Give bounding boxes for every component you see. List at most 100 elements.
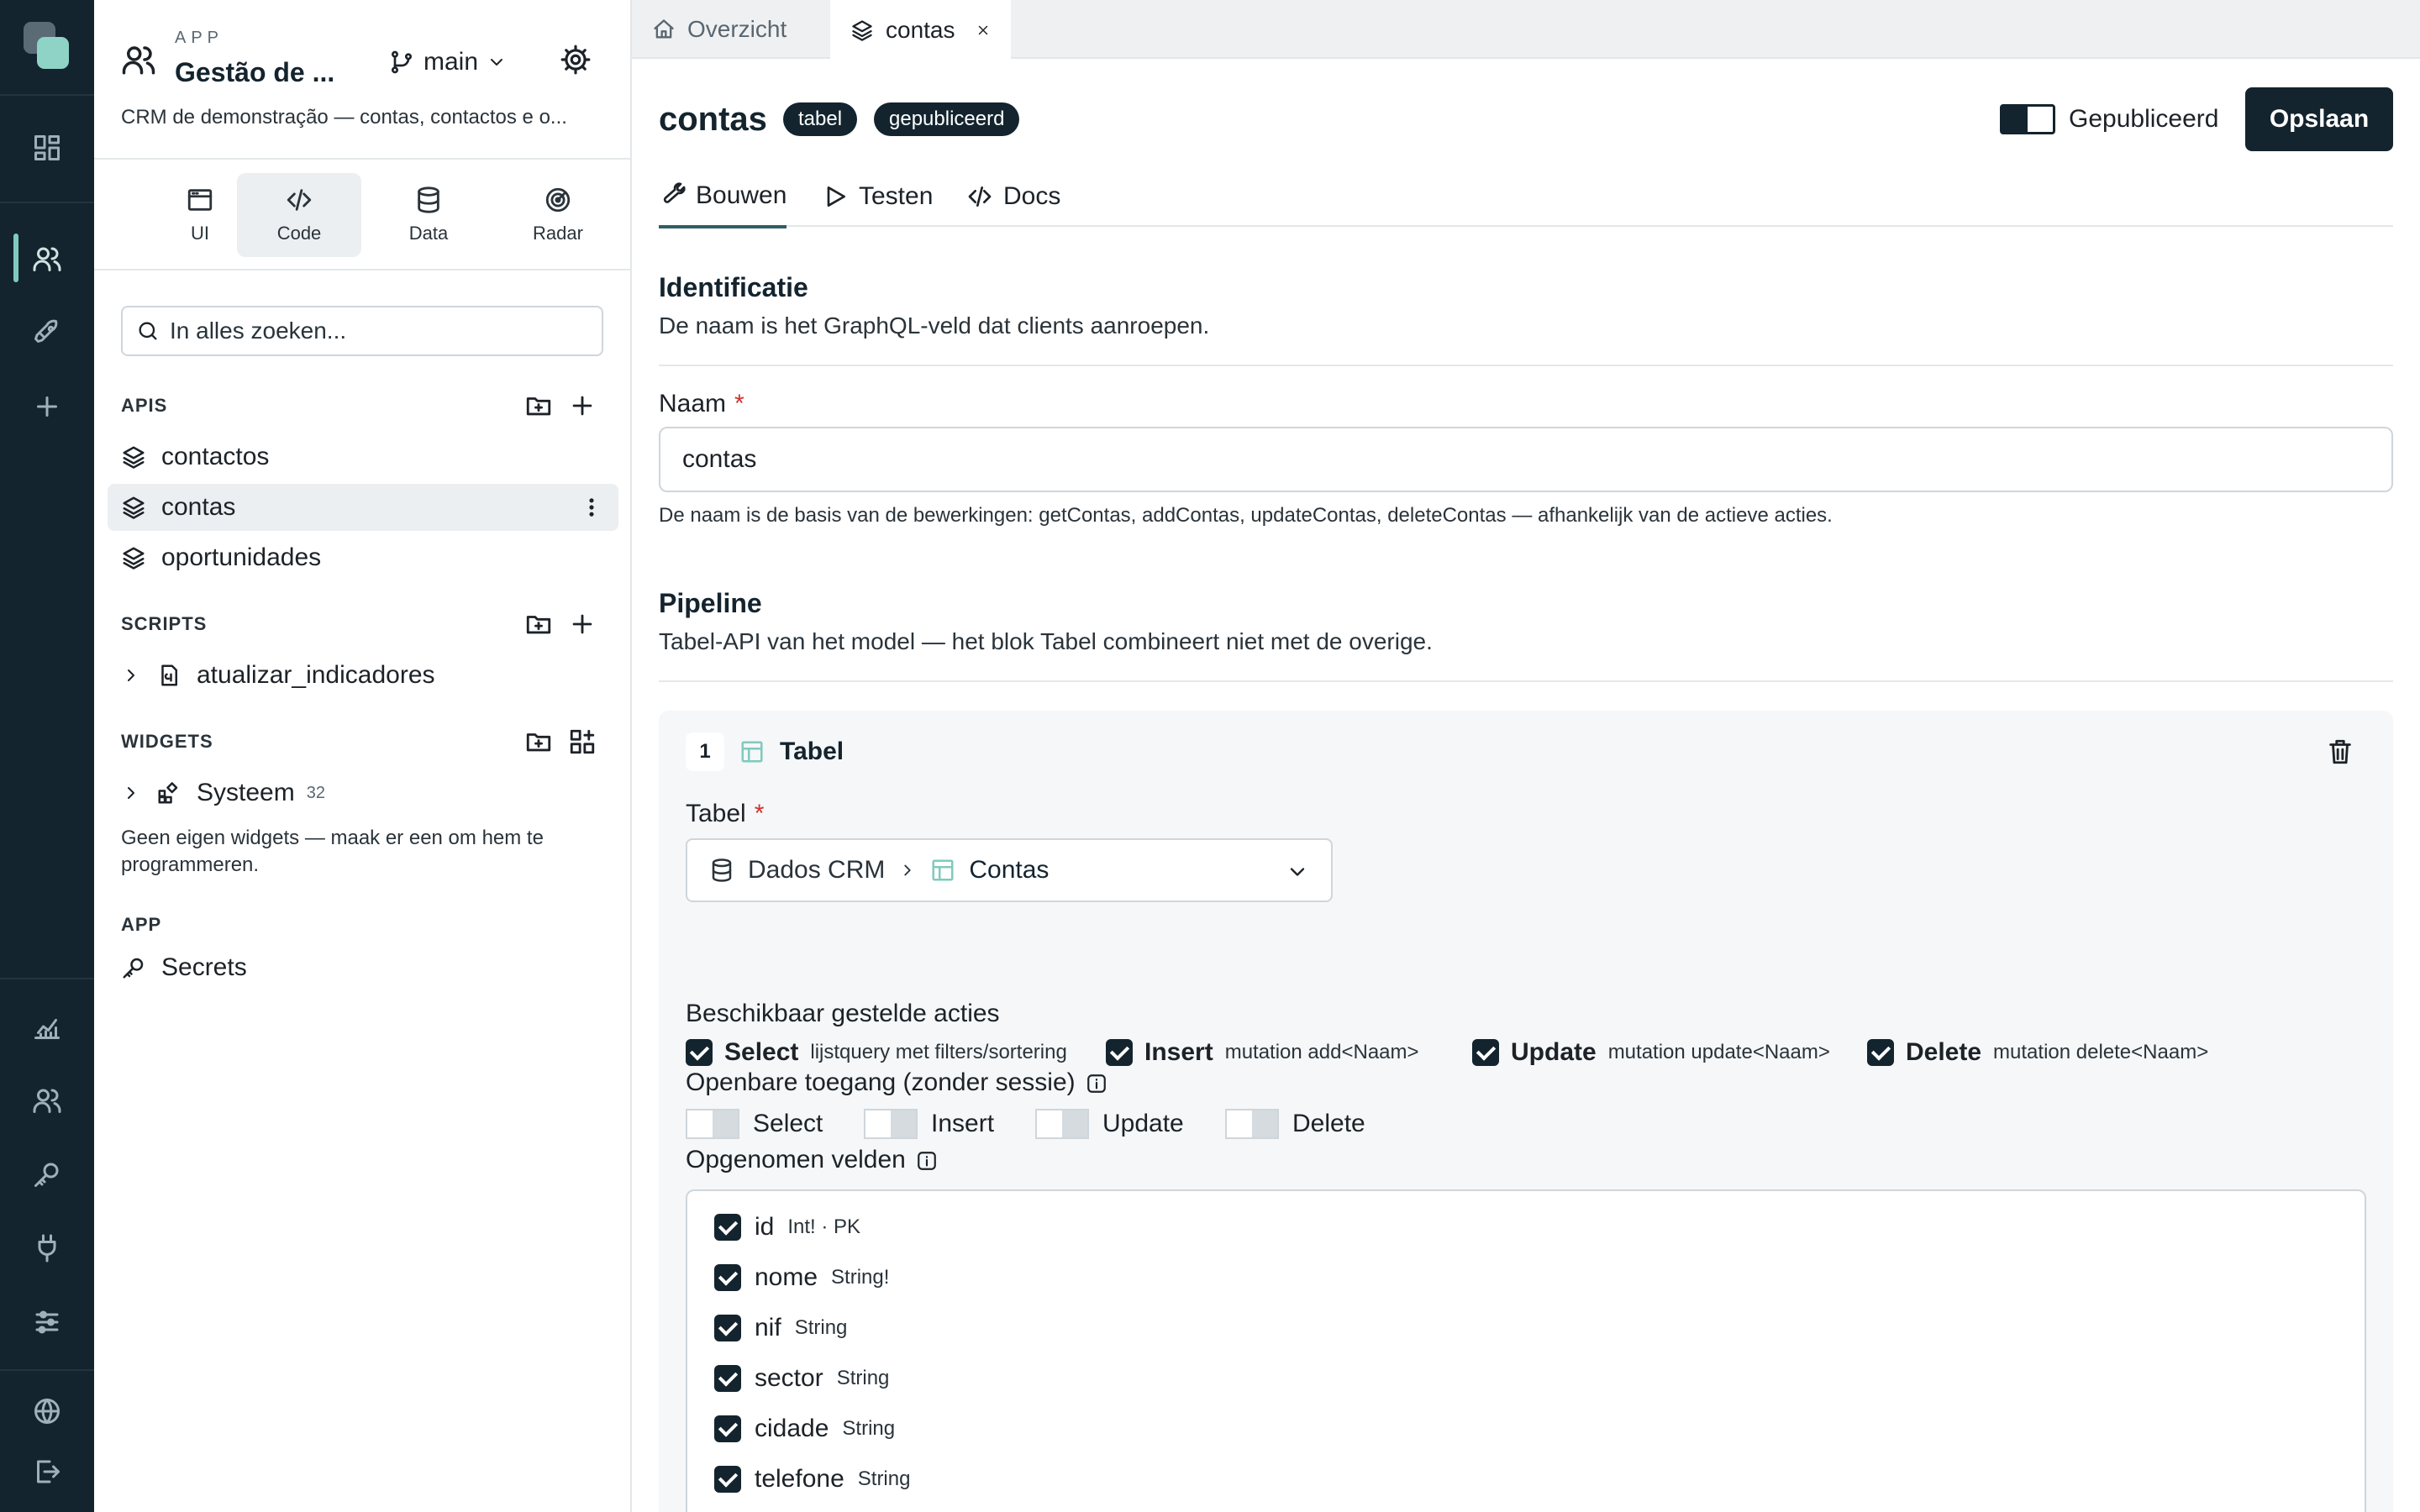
mode-code[interactable]: Code	[237, 173, 361, 257]
divider	[659, 365, 2393, 366]
analytics-icon[interactable]	[32, 1011, 62, 1042]
field-row[interactable]: id Int! · PK	[714, 1213, 860, 1242]
wrench-icon	[659, 182, 686, 209]
plus-icon[interactable]	[32, 391, 62, 422]
plug-icon[interactable]	[32, 1233, 62, 1263]
tab-contas[interactable]: contas	[830, 0, 1011, 60]
app-title[interactable]: Gestão de ...	[175, 57, 334, 88]
chevron-right-icon[interactable]	[121, 783, 141, 803]
sidebar-item-contas[interactable]: contas	[108, 484, 618, 531]
logout-icon[interactable]	[32, 1457, 62, 1487]
chevron-down-icon	[1286, 860, 1309, 884]
required-marker: *	[754, 800, 765, 827]
key-icon[interactable]	[32, 1159, 62, 1189]
home-icon	[652, 18, 676, 41]
globe-icon[interactable]	[32, 1396, 62, 1426]
info-icon[interactable]	[916, 1150, 938, 1172]
dashboard-icon[interactable]	[32, 133, 62, 163]
sidebar-item-label: Systeem	[197, 779, 295, 806]
tab-testen[interactable]: Testen	[822, 166, 933, 227]
checkbox-checked[interactable]	[686, 1039, 713, 1066]
checkbox-checked[interactable]	[714, 1365, 741, 1392]
trash-icon[interactable]	[2326, 738, 2354, 766]
field-row[interactable]: telefone String	[714, 1465, 910, 1494]
field-name: sector	[755, 1364, 823, 1392]
action-desc: lijstquery met filters/sortering	[810, 1041, 1067, 1063]
fields-label: Opgenomen velden	[686, 1146, 938, 1174]
sidebar-item-systeem[interactable]: Systeem 32	[108, 769, 618, 816]
branch-selector[interactable]: main	[388, 45, 507, 79]
action-select[interactable]: Select lijstquery met filters/sortering	[686, 1038, 1067, 1067]
field-row[interactable]: nif String	[714, 1314, 847, 1342]
name-input[interactable]	[659, 427, 2393, 492]
checkbox-checked[interactable]	[1472, 1039, 1499, 1066]
main-editor: contas tabel gepubliceerd Gepubliceerd O…	[632, 60, 2420, 1512]
field-row[interactable]: cidade String	[714, 1415, 895, 1443]
git-branch-icon	[388, 49, 415, 76]
rail-active-indicator	[13, 234, 18, 282]
public-update[interactable]: Update	[1035, 1109, 1184, 1139]
new-folder-icon[interactable]	[524, 727, 553, 756]
toggle-switch[interactable]	[864, 1109, 918, 1139]
tab-bouwen[interactable]: Bouwen	[659, 166, 787, 228]
tab-label: contas	[886, 17, 955, 43]
rocket-icon[interactable]	[32, 318, 62, 348]
tab-docs[interactable]: Docs	[966, 166, 1060, 227]
table-select[interactable]: Dados CRM Contas	[686, 838, 1333, 902]
table-name: Contas	[969, 856, 1050, 884]
sidebar-item-contactos[interactable]: contactos	[108, 433, 618, 480]
action-insert[interactable]: Insert mutation add<Naam>	[1106, 1038, 1419, 1067]
close-icon[interactable]	[976, 23, 991, 38]
published-toggle[interactable]	[2000, 104, 2055, 134]
toggle-switch[interactable]	[686, 1109, 739, 1139]
public-select[interactable]: Select	[686, 1109, 823, 1139]
save-button[interactable]: Opslaan	[2245, 87, 2393, 151]
chevron-right-icon[interactable]	[121, 665, 141, 685]
users-icon[interactable]	[32, 244, 62, 274]
gear-icon[interactable]	[560, 44, 592, 76]
pipeline-description: Tabel-API van het model — het blok Tabel…	[659, 628, 1433, 654]
toggle-switch[interactable]	[1035, 1109, 1089, 1139]
new-folder-icon[interactable]	[524, 610, 553, 638]
section-tabs: Bouwen Testen Docs	[659, 166, 2393, 228]
type-badge: tabel	[783, 102, 858, 136]
field-row[interactable]: nome String!	[714, 1263, 889, 1292]
rail-divider	[0, 978, 94, 979]
checkbox-checked[interactable]	[714, 1466, 741, 1493]
mode-data[interactable]: Data	[366, 173, 491, 257]
checkbox-checked[interactable]	[1106, 1039, 1133, 1066]
checkbox-checked[interactable]	[714, 1415, 741, 1442]
public-delete[interactable]: Delete	[1225, 1109, 1365, 1139]
team-icon[interactable]	[32, 1085, 62, 1116]
add-widget-icon[interactable]	[568, 727, 597, 756]
toggle-switch[interactable]	[1225, 1109, 1279, 1139]
public-access-label-text: Openbare toegang (zonder sessie)	[686, 1068, 1076, 1096]
product-logo[interactable]	[24, 22, 71, 69]
sidebar-item-label: contactos	[161, 443, 270, 470]
action-delete[interactable]: Delete mutation delete<Naam>	[1867, 1038, 2208, 1067]
mode-radar[interactable]: Radar	[496, 173, 620, 257]
search-input[interactable]	[170, 318, 573, 344]
plus-icon[interactable]	[568, 391, 597, 420]
more-vertical-icon[interactable]	[580, 496, 603, 519]
action-update[interactable]: Update mutation update<Naam>	[1472, 1038, 1830, 1067]
sidebar-item-secrets[interactable]: Secrets	[108, 944, 618, 991]
field-type: String	[857, 1467, 911, 1490]
sidebar-item-oportunidades[interactable]: oportunidades	[108, 534, 618, 581]
info-icon[interactable]	[1086, 1073, 1107, 1095]
checkbox-checked[interactable]	[714, 1264, 741, 1291]
tab-overzicht[interactable]: Overzicht	[632, 0, 807, 59]
public-access-name: Select	[753, 1110, 823, 1137]
checkbox-checked[interactable]	[714, 1214, 741, 1241]
tab-label: Testen	[859, 182, 934, 210]
plus-icon[interactable]	[568, 610, 597, 638]
public-insert[interactable]: Insert	[864, 1109, 994, 1139]
sliders-icon[interactable]	[32, 1307, 62, 1337]
field-row[interactable]: sector String	[714, 1364, 889, 1393]
checkbox-checked[interactable]	[714, 1315, 741, 1341]
rail-divider	[0, 94, 94, 96]
action-name: Select	[724, 1038, 799, 1066]
sidebar-item-atualizar-indicadores[interactable]: atualizar_indicadores	[108, 652, 618, 699]
checkbox-checked[interactable]	[1867, 1039, 1894, 1066]
new-folder-icon[interactable]	[524, 391, 553, 420]
